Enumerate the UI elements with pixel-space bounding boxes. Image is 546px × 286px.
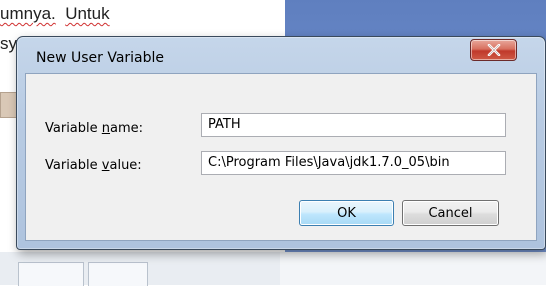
label-text: Variable [45,121,102,136]
misspelled-word: umnya. [0,4,56,23]
close-x-icon [487,44,500,56]
variable-value-label: Variable value: [45,158,142,173]
background-panel [18,262,84,286]
title-bar[interactable]: New User Variable [17,37,545,73]
variable-name-input[interactable]: PATH [201,113,506,137]
cancel-button[interactable]: Cancel [402,200,499,226]
label-accelerator: n [101,121,111,136]
background-panel [280,252,546,285]
dialog-title: New User Variable [36,50,165,66]
document-text-line: umnya. Untuk [0,4,110,24]
close-button[interactable] [470,39,517,61]
label-text: ame: [110,121,144,136]
background-panel [88,262,148,286]
label-text: alue: [109,158,142,173]
variable-name-label: Variable name: [45,121,143,136]
variable-value-input[interactable]: C:\Program Files\Java\jdk1.7.0_05\bin [201,151,506,175]
new-user-variable-dialog: New User Variable Variable name: PATH Va… [16,36,546,250]
ok-button[interactable]: OK [299,200,394,226]
misspelled-word: Untuk [65,4,110,23]
background-window-bottom [0,252,546,286]
label-text: Variable [45,158,102,173]
